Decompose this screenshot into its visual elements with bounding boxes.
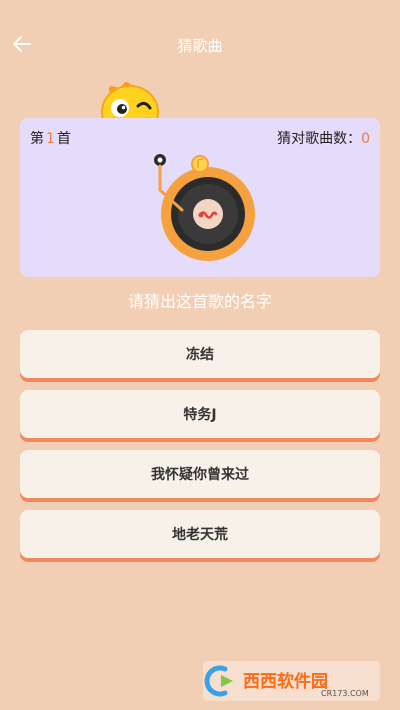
round-prefix: 第 bbox=[30, 131, 44, 147]
round-indicator: 第1首 bbox=[30, 128, 71, 148]
score-value: 0 bbox=[361, 131, 370, 147]
round-suffix: 首 bbox=[56, 131, 71, 147]
question-prompt: 请猜出这首歌的名字 bbox=[127, 292, 272, 311]
top-bar: 猜歌曲 bbox=[0, 0, 400, 88]
watermark-brand: 西西软件园 bbox=[243, 671, 328, 692]
watermark-logo: 西西软件园 CR173.COM bbox=[203, 661, 380, 701]
answer-option-2[interactable]: 特务J bbox=[20, 390, 380, 438]
page-title: 猜歌曲 bbox=[177, 37, 223, 55]
answer-option-1[interactable]: 冻结 bbox=[20, 330, 380, 378]
song-card: 第1首 猜对歌曲数：0 bbox=[20, 118, 380, 277]
watermark-url: CR173.COM bbox=[321, 689, 369, 698]
score-label: 猜对歌曲数： bbox=[277, 131, 362, 147]
round-number: 1 bbox=[46, 131, 55, 147]
answer-option-4[interactable]: 地老天荒 bbox=[20, 510, 380, 558]
vinyl-record-icon bbox=[154, 154, 255, 261]
answer-option-3[interactable]: 我怀疑你曾来过 bbox=[20, 450, 380, 498]
score-indicator: 猜对歌曲数：0 bbox=[277, 128, 370, 148]
